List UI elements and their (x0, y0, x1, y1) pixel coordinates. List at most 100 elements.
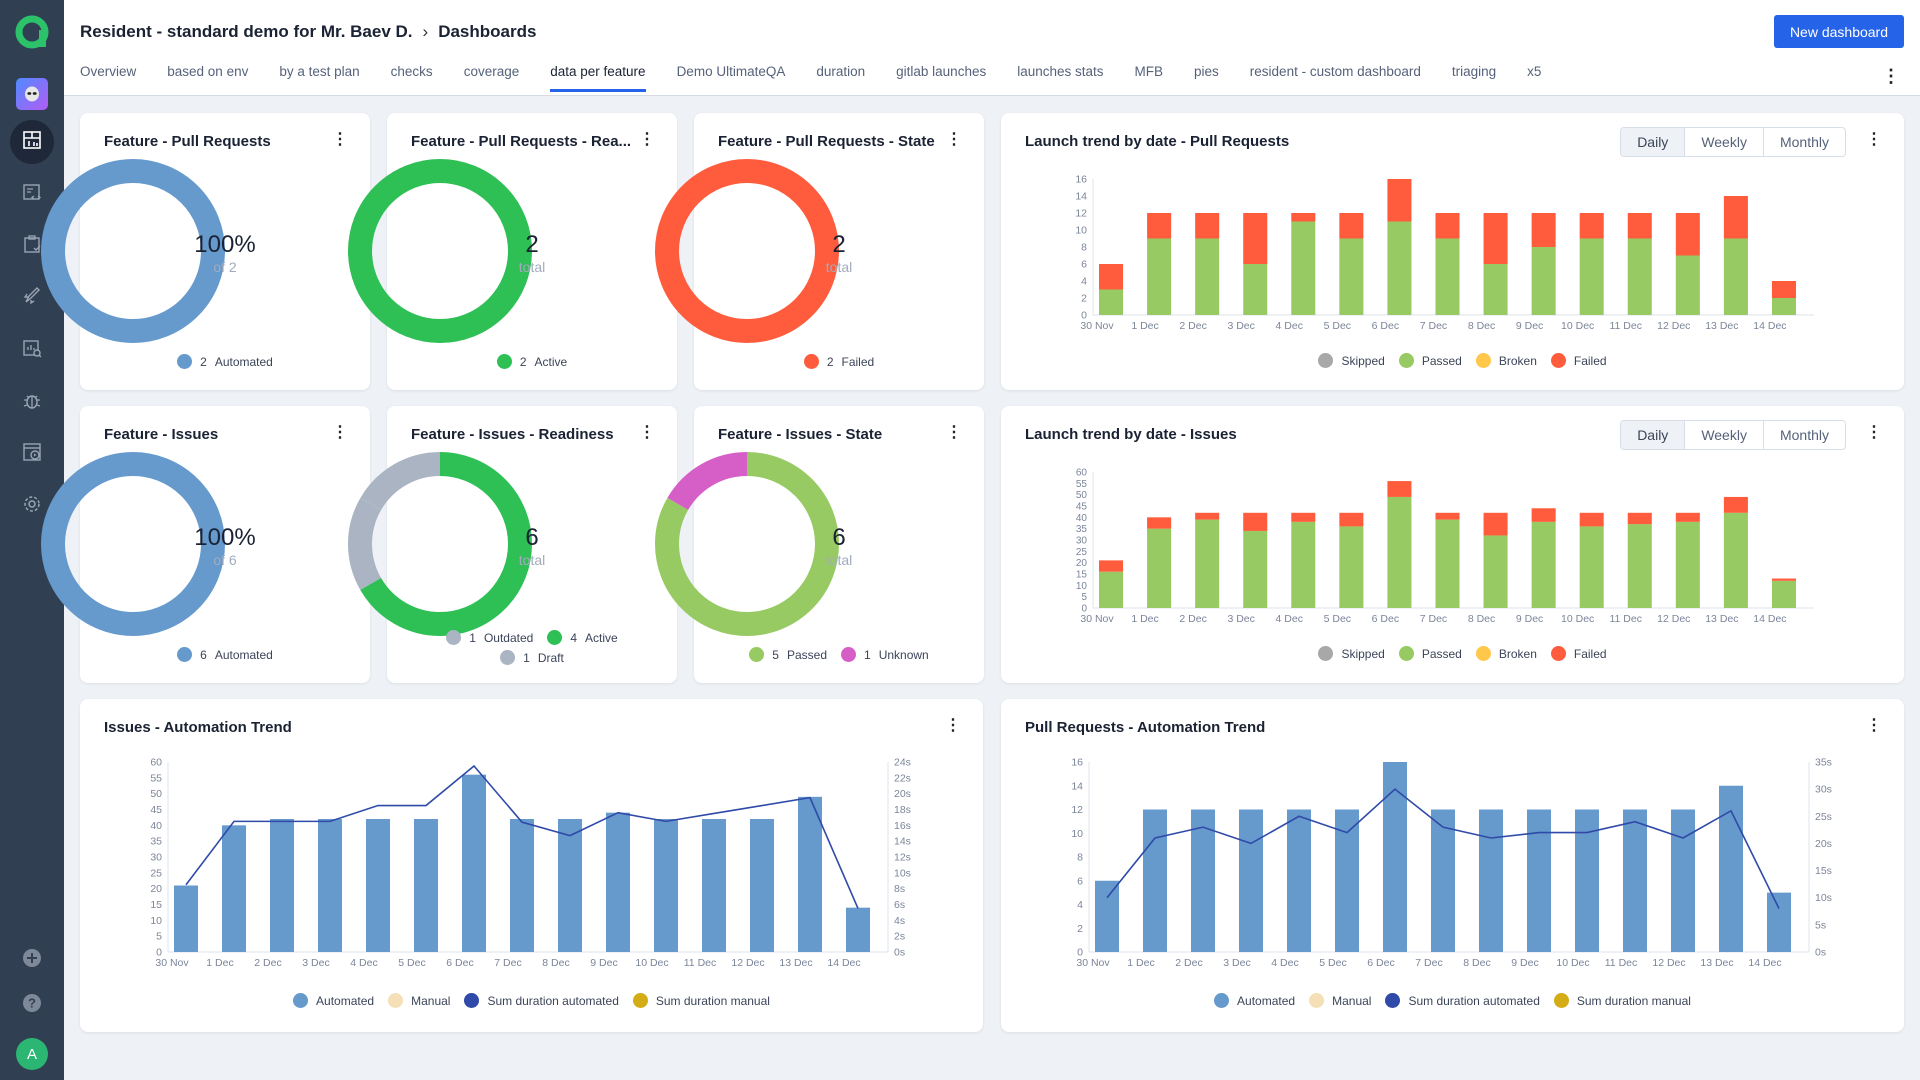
bar-automated[interactable] (1431, 809, 1455, 953)
legend-item[interactable]: Passed (1398, 646, 1462, 661)
more-vertical-icon[interactable]: ⋮ (946, 422, 962, 442)
bar-automated[interactable] (558, 819, 582, 952)
legend-item[interactable]: 4 Active (547, 630, 618, 645)
bar-passed[interactable] (1723, 512, 1748, 608)
bar-automated[interactable] (1623, 809, 1647, 953)
legend-item[interactable]: Manual (1309, 993, 1371, 1008)
bar-automated[interactable] (1335, 809, 1359, 953)
bar-passed[interactable] (1339, 526, 1364, 608)
bar-automated[interactable] (1143, 809, 1167, 953)
bar-failed[interactable] (1723, 196, 1748, 239)
more-vertical-icon[interactable]: ⋮ (332, 129, 348, 149)
bar-passed[interactable] (1723, 238, 1748, 316)
bar-passed[interactable] (1387, 496, 1412, 608)
bar-failed[interactable] (1531, 508, 1556, 522)
tab-checks[interactable]: checks (391, 60, 433, 92)
tab-overview[interactable]: Overview (80, 60, 136, 92)
bar-passed[interactable] (1099, 289, 1124, 316)
new-dashboard-button[interactable]: New dashboard (1773, 15, 1904, 48)
bar-passed[interactable] (1243, 530, 1268, 608)
more-vertical-icon[interactable]: ⋮ (946, 129, 962, 149)
project-avatar-icon[interactable] (16, 78, 48, 110)
bar-failed[interactable] (1195, 512, 1220, 520)
bar-automated[interactable] (606, 812, 630, 952)
tab-gitlab-launches[interactable]: gitlab launches (896, 60, 986, 92)
tab-duration[interactable]: duration (816, 60, 865, 92)
bar-failed[interactable] (1771, 578, 1796, 581)
bar-passed[interactable] (1195, 238, 1220, 316)
bar-failed[interactable] (1387, 481, 1412, 497)
bar-failed[interactable] (1579, 213, 1604, 239)
legend-item[interactable]: Broken (1475, 646, 1537, 661)
more-vertical-icon[interactable]: ⋮ (1882, 66, 1900, 87)
more-vertical-icon[interactable]: ⋮ (332, 422, 348, 442)
bar-failed[interactable] (1099, 560, 1124, 572)
tab-demo-ultimateqa[interactable]: Demo UltimateQA (677, 60, 786, 92)
legend-item[interactable]: Manual (388, 993, 450, 1008)
bar-passed[interactable] (1579, 526, 1604, 608)
bar-passed[interactable] (1339, 238, 1364, 316)
legend-item[interactable]: 1 Draft (500, 650, 564, 665)
bar-automated[interactable] (222, 825, 246, 952)
bar-passed[interactable] (1627, 238, 1652, 316)
tab-based-on-env[interactable]: based on env (167, 60, 248, 92)
bar-failed[interactable] (1243, 213, 1268, 264)
bar-automated[interactable] (1527, 809, 1551, 953)
bar-automated[interactable] (270, 819, 294, 952)
more-vertical-icon[interactable]: ⋮ (639, 129, 655, 149)
bar-automated[interactable] (1479, 809, 1503, 953)
tab-by-a-test-plan[interactable]: by a test plan (279, 60, 359, 92)
bar-automated[interactable] (702, 819, 726, 952)
bar-failed[interactable] (1483, 213, 1508, 264)
bar-passed[interactable] (1387, 221, 1412, 316)
legend-item[interactable]: Failed (1550, 646, 1607, 661)
bar-automated[interactable] (798, 796, 822, 952)
bar-passed[interactable] (1483, 535, 1508, 608)
legend-item[interactable]: Sum duration automated (464, 993, 619, 1008)
bar-passed[interactable] (1099, 571, 1124, 608)
bar-passed[interactable] (1435, 519, 1460, 608)
legend-item[interactable]: Automated (1214, 993, 1295, 1008)
bar-failed[interactable] (1387, 179, 1412, 222)
bar-failed[interactable] (1771, 281, 1796, 298)
sidebar-item-defects[interactable] (10, 380, 54, 424)
add-icon[interactable] (22, 948, 42, 973)
bar-failed[interactable] (1675, 512, 1700, 522)
bar-automated[interactable] (318, 819, 342, 952)
tab-data-per-feature[interactable]: data per feature (550, 60, 646, 92)
bar-failed[interactable] (1723, 496, 1748, 513)
bar-failed[interactable] (1339, 512, 1364, 527)
legend-item[interactable]: Sum duration automated (1385, 993, 1540, 1008)
bar-failed[interactable] (1291, 213, 1316, 222)
bar-passed[interactable] (1579, 238, 1604, 316)
bar-automated[interactable] (1191, 809, 1215, 953)
bar-passed[interactable] (1627, 524, 1652, 608)
app-logo-icon[interactable] (14, 14, 50, 50)
bar-passed[interactable] (1675, 521, 1700, 608)
bar-passed[interactable] (1147, 528, 1172, 608)
bar-passed[interactable] (1483, 264, 1508, 315)
bar-failed[interactable] (1627, 512, 1652, 525)
bar-automated[interactable] (366, 819, 390, 952)
tab-resident-custom-dashboard[interactable]: resident - custom dashboard (1250, 60, 1421, 92)
bar-passed[interactable] (1147, 238, 1172, 316)
legend-item[interactable]: 5 Passed (749, 647, 827, 662)
bar-automated[interactable] (462, 774, 486, 952)
bar-automated[interactable] (1095, 880, 1119, 952)
tab-triaging[interactable]: triaging (1452, 60, 1496, 92)
bar-failed[interactable] (1627, 213, 1652, 239)
bar-passed[interactable] (1291, 521, 1316, 608)
legend-item[interactable]: 2 Active (496, 354, 567, 369)
bar-failed[interactable] (1579, 512, 1604, 527)
bar-failed[interactable] (1195, 213, 1220, 239)
bar-automated[interactable] (1383, 762, 1407, 952)
bar-passed[interactable] (1243, 264, 1268, 315)
bar-passed[interactable] (1291, 221, 1316, 316)
tab-pies[interactable]: pies (1194, 60, 1219, 92)
legend-item[interactable]: 2 Failed (803, 354, 874, 369)
bar-failed[interactable] (1483, 512, 1508, 536)
bar-automated[interactable] (510, 819, 534, 952)
bar-passed[interactable] (1675, 255, 1700, 316)
bar-automated[interactable] (846, 907, 870, 952)
breadcrumb-dashboards[interactable]: Dashboards (438, 22, 536, 42)
